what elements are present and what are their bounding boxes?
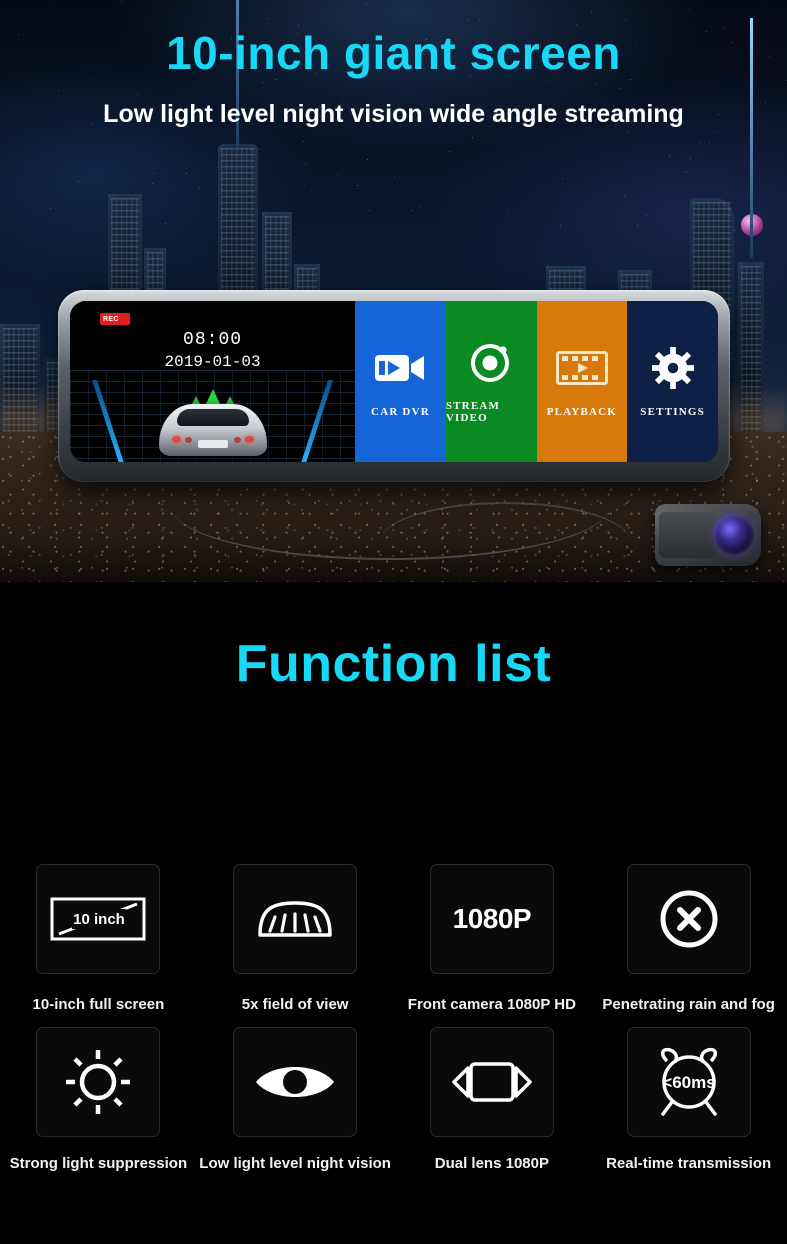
feature-icon-box — [430, 1027, 554, 1137]
feature-item-dual-lens-1080p: Dual lens 1080P — [394, 1027, 591, 1172]
screen-size-text: 10 inch — [74, 911, 126, 928]
car-illustration — [159, 404, 267, 456]
sun-brightness-icon — [63, 1047, 133, 1117]
menu-tile-label: STREAM VIDEO — [446, 400, 537, 424]
video-camera-icon — [372, 346, 428, 390]
eye-icon — [252, 1058, 338, 1106]
circle-x-icon — [657, 887, 721, 951]
menu-tile-settings[interactable]: SETTINGS — [627, 301, 718, 462]
feature-item-5x-field-of-view: 5x field of view — [197, 864, 394, 1013]
alarm-clock-icon: <60ms — [650, 1044, 728, 1120]
rear-camera-device — [655, 504, 761, 566]
feature-icon-box — [233, 1027, 357, 1137]
rec-label: REC — [103, 316, 119, 323]
rear-camera-lens-icon — [713, 514, 755, 556]
menu-tile-label: SETTINGS — [640, 406, 705, 418]
feature-row-2: Strong light suppression Low light level… — [0, 1027, 787, 1172]
feature-caption: Low light level night vision — [199, 1155, 391, 1172]
dashcam-live-view: REC 08:00 2019-01-03 — [70, 301, 355, 462]
feature-icon-box — [233, 864, 357, 974]
feature-caption: 10-inch full screen — [33, 996, 165, 1013]
car-taillight-left — [172, 436, 181, 443]
feature-item-10-inch-full-screen: 10 inch 10-inch full screen — [0, 864, 197, 1013]
feature-item-real-time-transmission: <60ms Real-time transmission — [590, 1027, 787, 1172]
function-list-section: Function list 10 inch 10-inch full scree… — [0, 582, 787, 1244]
feature-caption: Real-time transmission — [606, 1155, 771, 1172]
film-strip-icon — [554, 346, 610, 390]
feature-icon-box — [36, 1027, 160, 1137]
lane-assist-graphic — [70, 370, 355, 462]
mirror-dashcam-device: REC 08:00 2019-01-03 CAR DVR STREAM VIDE… — [58, 290, 730, 482]
camera-lens-icon — [463, 340, 519, 384]
product-page: REC 08:00 2019-01-03 CAR DVR STREAM VIDE… — [0, 0, 787, 1244]
feature-caption: 5x field of view — [242, 996, 349, 1013]
menu-tile-playback[interactable]: PLAYBACK — [537, 301, 628, 462]
car-taillight-inner-right — [234, 437, 241, 443]
hero-subtitle: Low light level night vision wide angle … — [0, 100, 787, 129]
hero-section: REC 08:00 2019-01-03 CAR DVR STREAM VIDE… — [0, 0, 787, 582]
resolution-text-icon: 1080P — [453, 903, 531, 935]
feature-icon-box: 1080P — [430, 864, 554, 974]
feature-item-penetrating-rain-and-fog: Penetrating rain and fog — [590, 864, 787, 1013]
menu-tile-label: PLAYBACK — [547, 406, 617, 418]
device-menu-tiles: CAR DVR STREAM VIDEO PLAYBACK SETTINGS — [355, 301, 718, 462]
function-list-title: Function list — [0, 582, 787, 694]
clock-date: 2019-01-03 — [70, 352, 355, 372]
feature-icon-box — [627, 864, 751, 974]
menu-tile-stream-video[interactable]: STREAM VIDEO — [446, 301, 537, 462]
feature-item-low-light-night-vision: Low light level night vision — [197, 1027, 394, 1172]
rec-badge: REC — [100, 313, 130, 325]
clock-overlay: 08:00 2019-01-03 — [70, 329, 355, 372]
latency-text: <60ms — [662, 1073, 715, 1092]
feature-caption: Strong light suppression — [10, 1155, 188, 1172]
dual-lens-icon — [449, 1054, 535, 1110]
gear-icon — [645, 346, 701, 390]
feature-caption: Dual lens 1080P — [435, 1155, 549, 1172]
feature-row-1: 10 inch 10-inch full screen 5x field of … — [0, 864, 787, 1013]
wide-angle-lane-icon — [250, 895, 340, 943]
feature-item-front-camera-1080p: 1080P Front camera 1080P HD — [394, 864, 591, 1013]
hero-title: 10-inch giant screen — [0, 26, 787, 80]
car-rear-window — [177, 409, 249, 426]
feature-grid: 10 inch 10-inch full screen 5x field of … — [0, 864, 787, 1172]
car-taillight-right — [245, 436, 254, 443]
clock-time: 08:00 — [70, 329, 355, 352]
feature-item-strong-light-suppression: Strong light suppression — [0, 1027, 197, 1172]
feature-icon-box: <60ms — [627, 1027, 751, 1137]
menu-tile-label: CAR DVR — [371, 406, 430, 418]
screen-diagonal-icon: 10 inch — [50, 895, 146, 943]
car-license-plate — [198, 440, 228, 448]
feature-icon-box: 10 inch — [36, 864, 160, 974]
car-taillight-inner-left — [185, 437, 192, 443]
feature-caption: Penetrating rain and fog — [602, 996, 775, 1013]
device-screen: REC 08:00 2019-01-03 CAR DVR STREAM VIDE… — [70, 301, 718, 462]
rec-triangle-icon — [122, 315, 127, 323]
rear-camera-body — [659, 512, 717, 558]
menu-tile-car-dvr[interactable]: CAR DVR — [355, 301, 446, 462]
feature-caption: Front camera 1080P HD — [408, 996, 576, 1013]
